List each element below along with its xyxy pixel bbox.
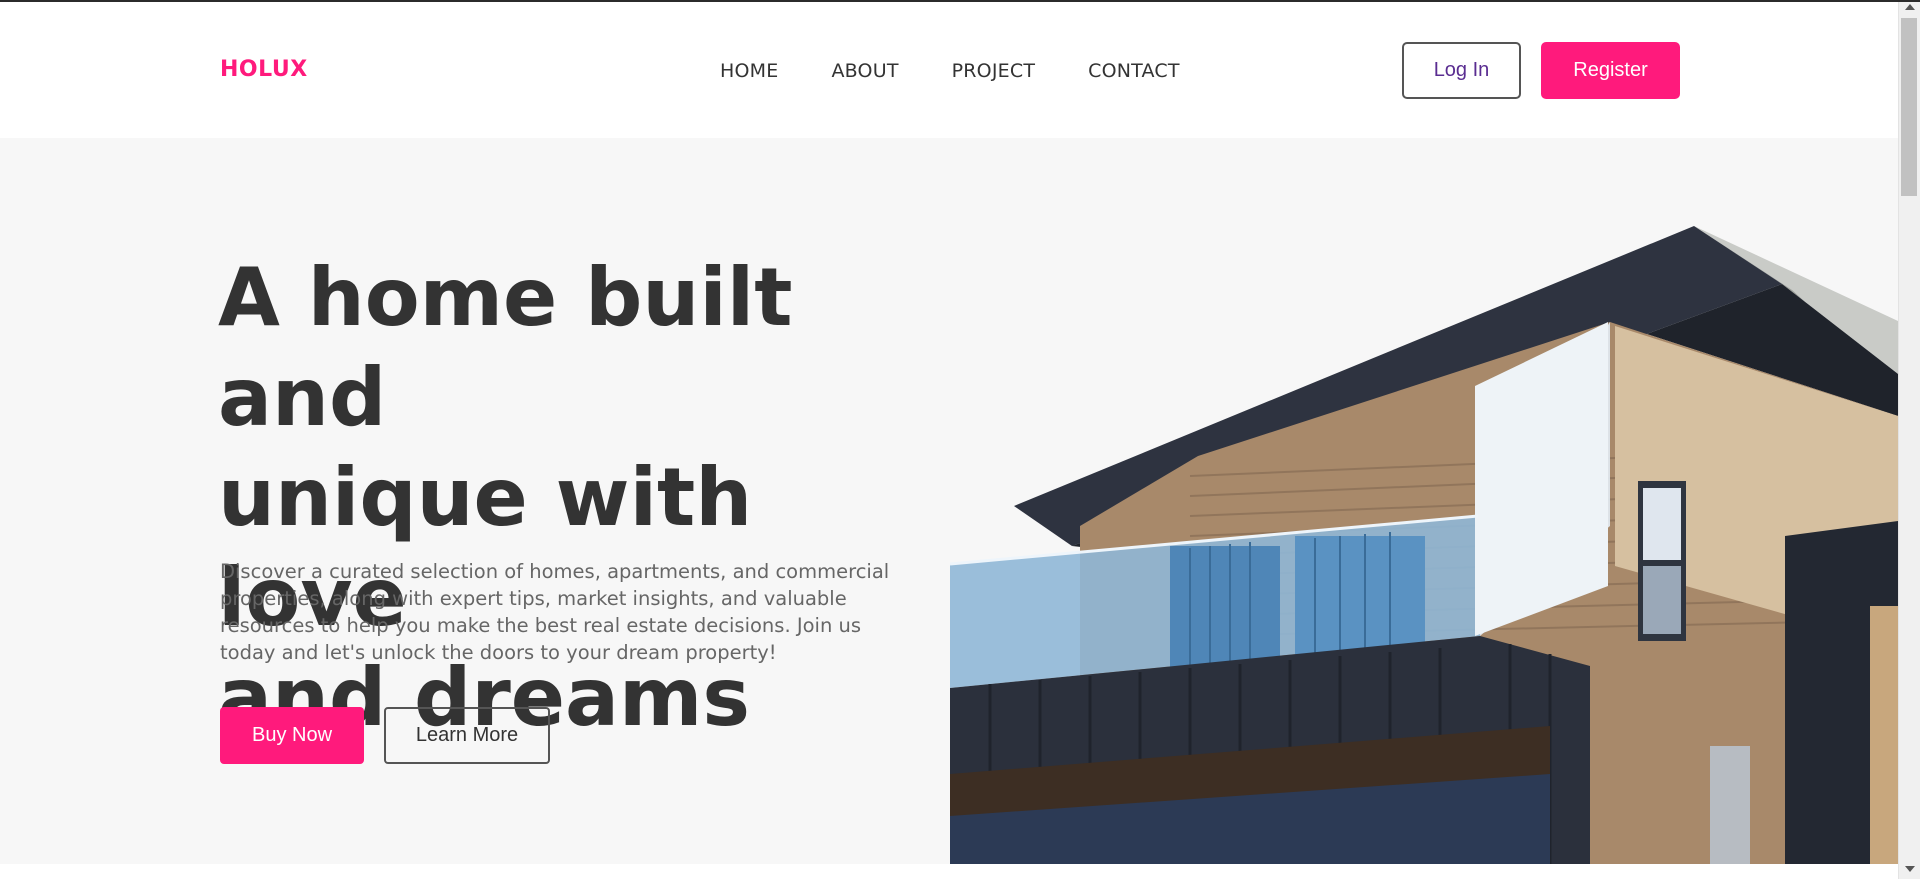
nav-about[interactable]: ABOUT [831, 60, 898, 82]
login-button[interactable]: Log In [1402, 42, 1521, 99]
scroll-down-arrow-icon[interactable] [1905, 866, 1915, 872]
site-header: HOLUX HOME ABOUT PROJECT CONTACT Log In … [0, 2, 1898, 138]
scrollbar-thumb[interactable] [1901, 18, 1917, 196]
nav-contact[interactable]: CONTACT [1088, 60, 1180, 82]
hero-section: A home built and unique with love and dr… [0, 138, 1898, 864]
logo[interactable]: HOLUX [220, 57, 308, 82]
main-nav: HOME ABOUT PROJECT CONTACT [720, 60, 1233, 82]
nav-project[interactable]: PROJECT [952, 60, 1036, 82]
hero-headline: A home built and unique with love and dr… [218, 248, 938, 748]
register-button[interactable]: Register [1541, 42, 1680, 99]
headline-line-1: A home built and [218, 251, 793, 444]
nav-home[interactable]: HOME [720, 60, 778, 82]
page-bottom [0, 864, 1898, 879]
buy-now-button[interactable]: Buy Now [220, 707, 364, 764]
scroll-up-arrow-icon[interactable] [1905, 4, 1915, 10]
learn-more-button[interactable]: Learn More [384, 707, 550, 764]
hero-house-image [950, 226, 1898, 864]
hero-description: Discover a curated selection of homes, a… [220, 560, 890, 664]
